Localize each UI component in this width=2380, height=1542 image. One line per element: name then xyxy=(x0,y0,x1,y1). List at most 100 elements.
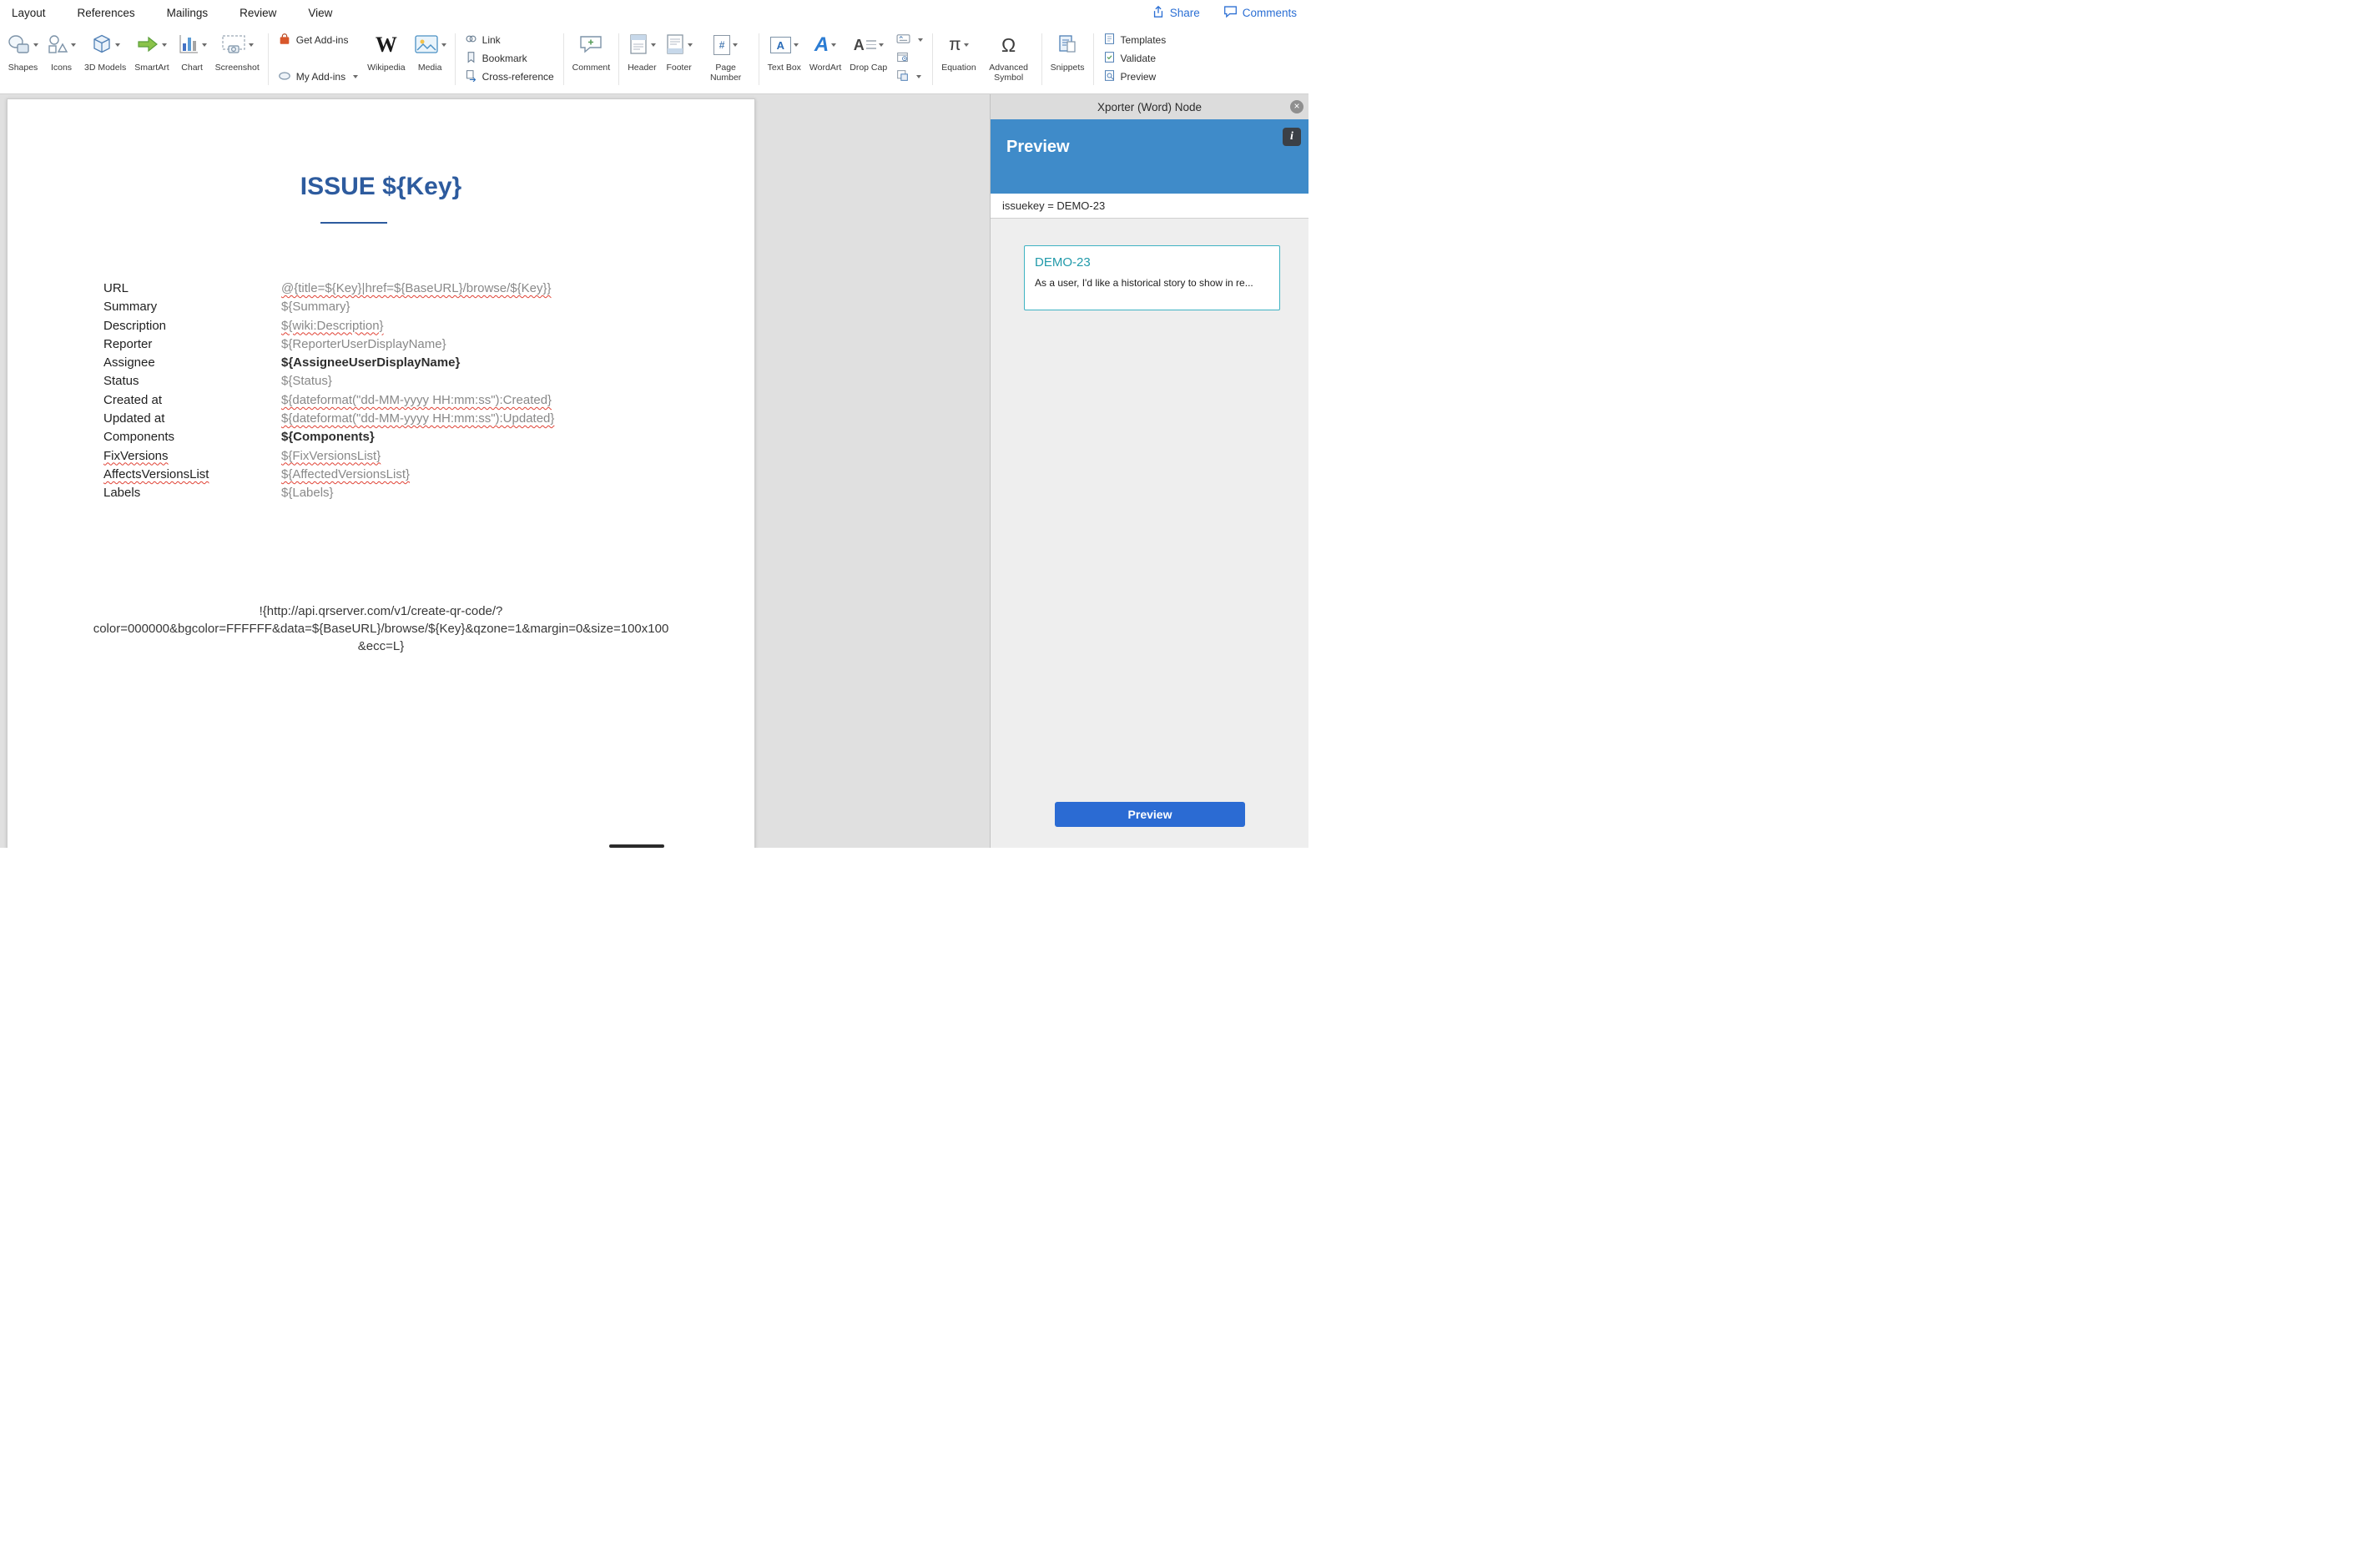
ribbon-item-snippets[interactable]: Snippets xyxy=(1046,25,1089,93)
chart-icon xyxy=(178,33,199,58)
media-icon xyxy=(414,33,439,58)
table-row: Assignee${AssigneeUserDisplayName} xyxy=(103,355,729,374)
comments-label: Comments xyxy=(1243,7,1297,19)
menu-references[interactable]: References xyxy=(78,7,135,19)
menu-mailings[interactable]: Mailings xyxy=(167,7,209,19)
bookmark-icon xyxy=(465,51,477,66)
menu-review[interactable]: Review xyxy=(240,7,276,19)
ribbon-item-templates[interactable]: Templates xyxy=(1103,33,1167,48)
chevron-down-icon xyxy=(964,43,969,47)
ribbon-item-wordart[interactable]: A WordArt xyxy=(805,25,845,93)
get-addins-icon xyxy=(278,33,291,48)
object-icon xyxy=(896,69,909,84)
xporter-task-pane: Xporter (Word) Node × Preview i issuekey… xyxy=(990,94,1308,848)
ribbon-item-advanced-symbol[interactable]: Ω Advanced Symbol xyxy=(981,25,1037,93)
ribbon-separator xyxy=(1093,33,1094,85)
equation-label: Equation xyxy=(941,63,976,73)
menu-view[interactable]: View xyxy=(308,7,332,19)
preview-button[interactable]: Preview xyxy=(1055,802,1245,827)
wordart-icon: A xyxy=(814,35,829,55)
info-icon[interactable]: i xyxy=(1283,128,1301,146)
ribbon-item-header[interactable]: Header xyxy=(623,25,660,93)
menu-bar: Layout References Mailings Review View S… xyxy=(0,0,1308,25)
close-icon[interactable]: × xyxy=(1290,100,1303,113)
field-label: Status xyxy=(103,374,281,388)
ribbon-item-signature-line[interactable] xyxy=(896,33,923,48)
addins-group: Get Add-ins My Add-ins xyxy=(273,25,363,93)
ribbon-item-footer[interactable]: Footer xyxy=(661,25,698,93)
ribbon-item-media[interactable]: Media xyxy=(410,25,451,93)
ribbon-item-object[interactable] xyxy=(896,69,923,84)
document-page[interactable]: ISSUE ${Key} URL@{title=${Key}|href=${Ba… xyxy=(7,98,755,848)
table-row: FixVersions${FixVersionsList} xyxy=(103,449,729,467)
ribbon-separator xyxy=(455,33,456,85)
field-label: AffectsVersionsList xyxy=(103,467,281,481)
field-value: ${Summary} xyxy=(281,300,350,314)
table-row: Summary${Summary} xyxy=(103,300,729,318)
table-row: Created at${dateformat("dd-MM-yyyy HH:mm… xyxy=(103,393,729,411)
ribbon-item-get-addins[interactable]: Get Add-ins xyxy=(278,33,358,48)
task-pane-title: Xporter (Word) Node xyxy=(1097,101,1202,113)
cross-reference-icon xyxy=(465,69,477,84)
page-number-label: Page Number xyxy=(702,63,750,83)
date-time-icon xyxy=(896,51,909,66)
ribbon: Shapes Icons 3D Models SmartArt Chart Sc… xyxy=(0,25,1308,94)
header-label: Header xyxy=(628,63,656,73)
wordart-label: WordArt xyxy=(809,63,841,73)
ribbon-item-link[interactable]: Link xyxy=(465,33,554,48)
ribbon-item-my-addins[interactable]: My Add-ins xyxy=(278,69,358,84)
ribbon-item-preview[interactable]: Preview xyxy=(1103,69,1167,84)
ribbon-item-validate[interactable]: Validate xyxy=(1103,51,1167,66)
ribbon-item-shapes[interactable]: Shapes xyxy=(3,25,43,93)
menu-layout[interactable]: Layout xyxy=(12,7,46,19)
chevron-down-icon xyxy=(733,43,738,47)
ribbon-item-3d-models[interactable]: 3D Models xyxy=(80,25,130,93)
links-group: Link Bookmark Cross-reference xyxy=(460,25,559,93)
ribbon-item-page-number[interactable]: # Page Number xyxy=(698,25,754,93)
ribbon-item-icons[interactable]: Icons xyxy=(43,25,80,93)
shapes-label: Shapes xyxy=(8,63,38,73)
chevron-down-icon xyxy=(688,43,693,47)
field-value: @{title=${Key}|href=${BaseURL}/browse/${… xyxy=(281,281,552,295)
qr-code-template-text: !{http://api.qrserver.com/v1/create-qr-c… xyxy=(92,602,671,655)
ribbon-item-comment[interactable]: Comment xyxy=(568,25,615,93)
comments-button[interactable]: Comments xyxy=(1223,5,1297,21)
main-area: ISSUE ${Key} URL@{title=${Key}|href=${Ba… xyxy=(0,94,1308,848)
templates-icon xyxy=(1103,33,1116,48)
document-title: ISSUE ${Key} xyxy=(8,173,754,201)
wikipedia-icon: W xyxy=(376,34,397,56)
ribbon-item-text-box[interactable]: A Text Box xyxy=(764,25,805,93)
chevron-down-icon xyxy=(916,75,921,78)
share-button[interactable]: Share xyxy=(1152,5,1200,21)
footer-label: Footer xyxy=(666,63,691,73)
field-label: Reporter xyxy=(103,337,281,351)
table-row: AffectsVersionsList${AffectedVersionsLis… xyxy=(103,467,729,486)
task-pane-titlebar: Xporter (Word) Node × xyxy=(991,94,1308,119)
ribbon-item-date-time[interactable] xyxy=(896,51,923,66)
issuekey-field[interactable]: issuekey = DEMO-23 xyxy=(991,194,1308,219)
issuekey-text: issuekey = DEMO-23 xyxy=(1002,199,1105,212)
footer-icon xyxy=(665,33,685,58)
templates-label: Templates xyxy=(1121,34,1167,46)
chevron-down-icon xyxy=(918,38,923,42)
issue-card[interactable]: DEMO-23 As a user, I'd like a historical… xyxy=(1024,245,1280,310)
field-label: FixVersions xyxy=(103,449,281,463)
link-label: Link xyxy=(482,34,501,46)
field-label: URL xyxy=(103,281,281,295)
ribbon-item-smartart[interactable]: SmartArt xyxy=(130,25,173,93)
ribbon-item-screenshot[interactable]: Screenshot xyxy=(211,25,264,93)
ribbon-item-cross-reference[interactable]: Cross-reference xyxy=(465,69,554,84)
ribbon-item-chart[interactable]: Chart xyxy=(174,25,211,93)
field-label: Assignee xyxy=(103,355,281,370)
chevron-down-icon xyxy=(115,43,120,47)
ribbon-item-equation[interactable]: π Equation xyxy=(937,25,980,93)
header-icon xyxy=(628,33,648,58)
pane-header-title: Preview xyxy=(1006,138,1070,156)
field-label: Updated at xyxy=(103,411,281,426)
table-row: URL@{title=${Key}|href=${BaseURL}/browse… xyxy=(103,281,729,300)
ribbon-item-bookmark[interactable]: Bookmark xyxy=(465,51,554,66)
ribbon-item-drop-cap[interactable]: A Drop Cap xyxy=(845,25,891,93)
table-row: Components${Components} xyxy=(103,430,729,448)
xporter-group: Templates Validate Preview xyxy=(1098,25,1172,93)
ribbon-item-wikipedia[interactable]: W Wikipedia xyxy=(363,25,410,93)
